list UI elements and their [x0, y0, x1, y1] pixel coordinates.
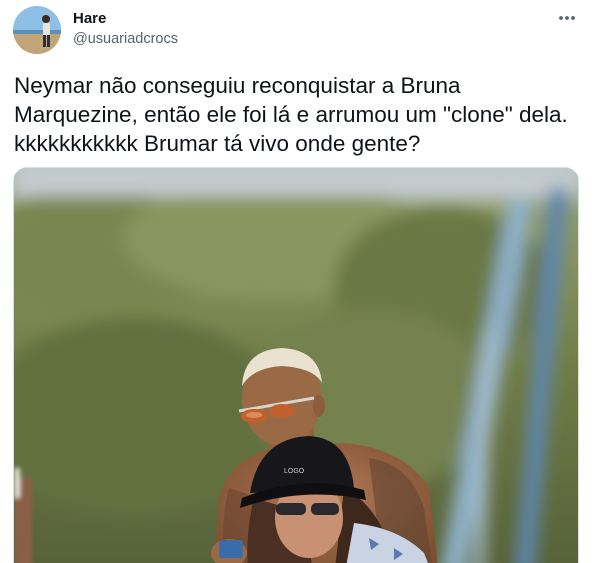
more-options-button[interactable]	[552, 8, 582, 28]
tweet-author: Hare @usuariadcrocs	[73, 10, 178, 48]
tweet-photo[interactable]: LOGO	[13, 167, 579, 563]
tweet-card[interactable]: Hare @usuariadcrocs Neymar não conseguiu…	[0, 0, 596, 563]
more-horizontal-icon	[559, 16, 575, 20]
display-name[interactable]: Hare	[73, 10, 178, 28]
user-handle[interactable]: @usuariadcrocs	[73, 30, 178, 48]
avatar-photo	[13, 6, 61, 54]
hat-logo: LOGO	[284, 468, 305, 475]
tweet-text: Neymar não conseguiu reconquistar a Brun…	[14, 73, 568, 156]
photo-content: LOGO	[14, 168, 578, 563]
user-avatar[interactable]	[13, 6, 61, 54]
